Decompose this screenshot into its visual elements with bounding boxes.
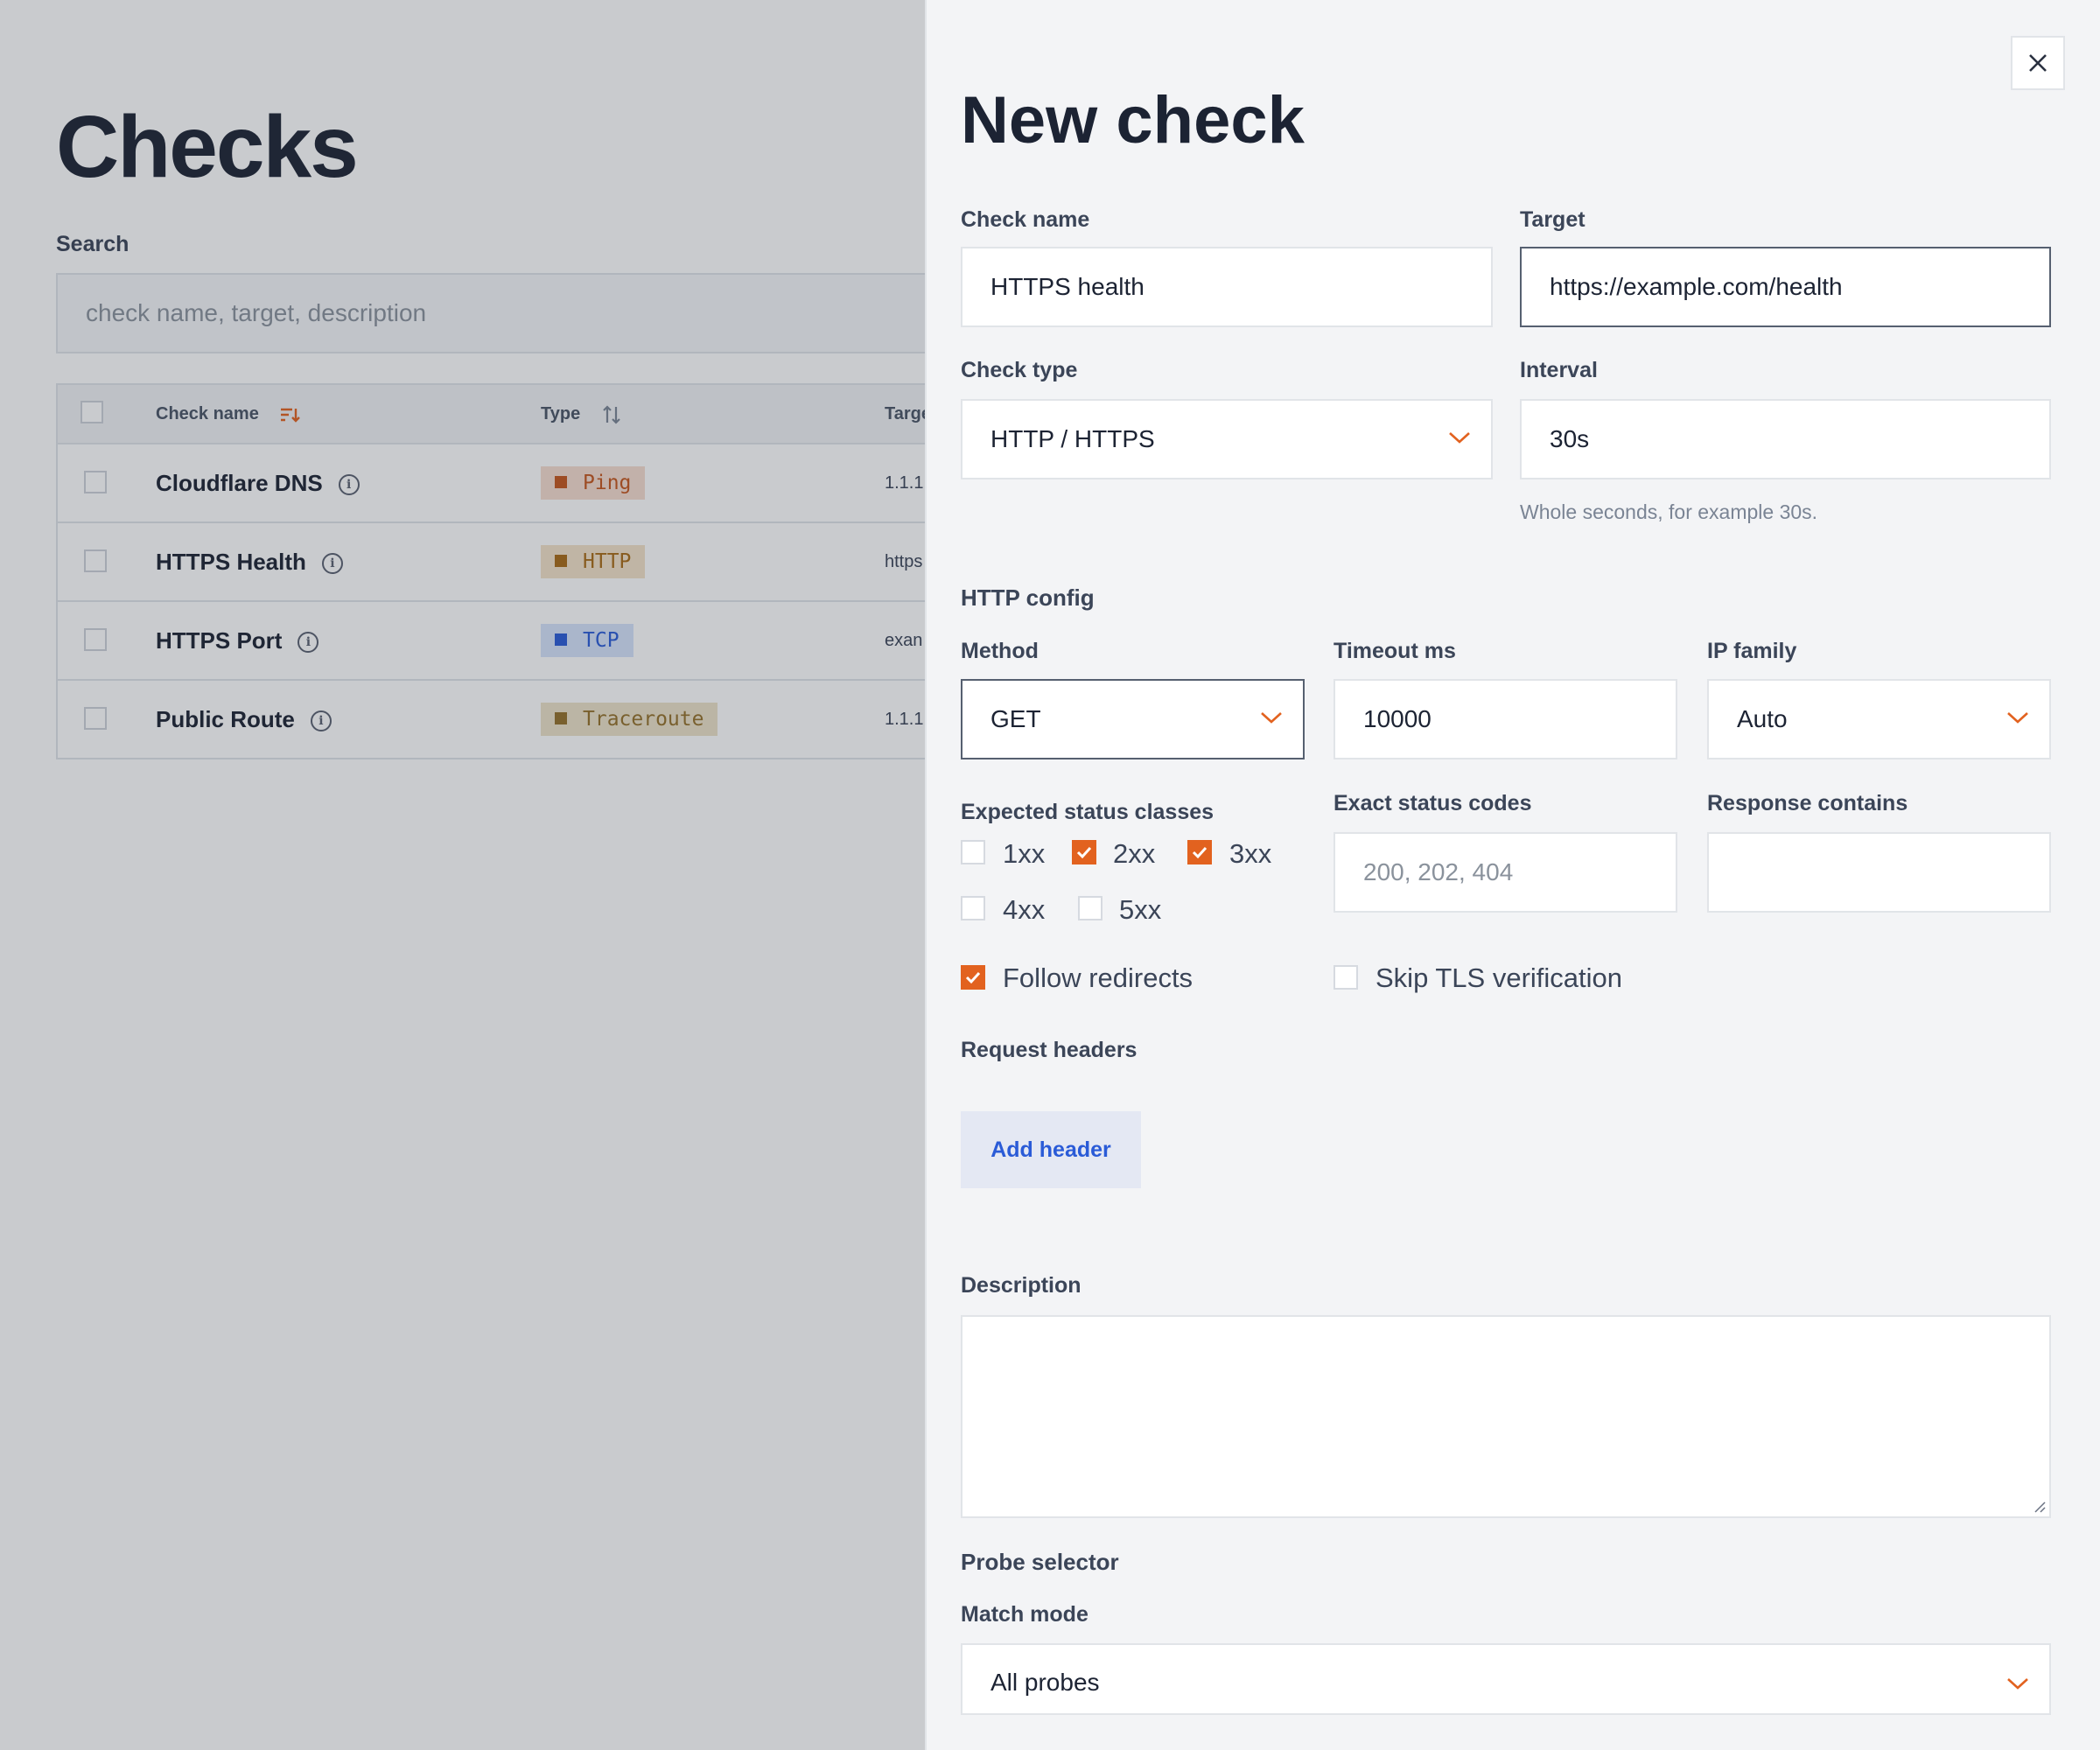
status-5xx-label[interactable]: 5xx [1119, 896, 1161, 923]
ip-family-label: IP family [1707, 639, 1797, 663]
request-headers-label: Request headers [961, 1038, 1138, 1062]
status-2xx-label[interactable]: 2xx [1113, 840, 1155, 867]
interval-label: Interval [1520, 358, 1598, 382]
checkmark-icon [1076, 846, 1092, 859]
method-select[interactable]: GET [961, 679, 1305, 760]
target-field[interactable] [1520, 247, 2051, 327]
match-mode-select[interactable]: All probes [961, 1643, 2051, 1715]
resize-handle-icon[interactable] [2032, 1499, 2046, 1513]
add-header-button[interactable]: Add header [961, 1111, 1141, 1188]
checkmark-icon [1192, 846, 1208, 859]
interval-hint: Whole seconds, for example 30s. [1520, 500, 1818, 523]
status-4xx-checkbox[interactable] [961, 896, 985, 920]
status-3xx-label[interactable]: 3xx [1229, 840, 1271, 867]
timeout-input[interactable] [1335, 681, 1676, 758]
method-label: Method [961, 639, 1039, 663]
close-button[interactable] [2011, 36, 2065, 90]
ip-family-select[interactable]: Auto [1707, 679, 2051, 760]
status-classes-label: Expected status classes [961, 800, 1214, 824]
description-field[interactable] [961, 1315, 2051, 1518]
target-label: Target [1520, 207, 1586, 232]
exact-codes-field[interactable] [1334, 832, 1677, 913]
chevron-down-icon [2007, 1678, 2028, 1690]
drawer-title: New check [961, 83, 1305, 158]
status-1xx-label[interactable]: 1xx [1003, 840, 1045, 867]
interval-field[interactable] [1520, 399, 2051, 480]
close-icon [2029, 54, 2047, 72]
exact-codes-label: Exact status codes [1334, 791, 1532, 816]
match-mode-value: All probes [990, 1669, 1100, 1696]
response-contains-field[interactable] [1707, 832, 2051, 913]
check-type-label: Check type [961, 358, 1078, 382]
follow-redirects-label[interactable]: Follow redirects [1003, 964, 1193, 991]
status-5xx-checkbox[interactable] [1078, 896, 1102, 920]
ip-family-value: Auto [1737, 705, 1788, 732]
response-contains-input[interactable] [1709, 834, 2049, 911]
skip-tls-checkbox[interactable] [1334, 965, 1358, 990]
status-2xx-checkbox[interactable] [1072, 840, 1096, 864]
check-type-select[interactable]: HTTP / HTTPS [961, 399, 1493, 480]
target-input[interactable] [1522, 248, 2049, 326]
check-name-field[interactable] [961, 247, 1493, 327]
probe-selector-heading: Probe selector [961, 1549, 1119, 1575]
exact-codes-input[interactable] [1335, 834, 1676, 911]
status-4xx-label[interactable]: 4xx [1003, 896, 1045, 923]
description-textarea[interactable] [962, 1317, 2049, 1516]
skip-tls-label[interactable]: Skip TLS verification [1376, 964, 1622, 991]
response-contains-label: Response contains [1707, 791, 1908, 816]
check-name-input[interactable] [962, 248, 1491, 326]
chevron-down-icon [2007, 712, 2028, 724]
checkmark-icon [965, 971, 981, 984]
chevron-down-icon [1449, 432, 1470, 444]
status-1xx-checkbox[interactable] [961, 840, 985, 864]
match-mode-label: Match mode [961, 1602, 1088, 1627]
method-value: GET [990, 705, 1041, 732]
status-3xx-checkbox[interactable] [1187, 840, 1212, 864]
check-type-value: HTTP / HTTPS [990, 425, 1155, 452]
follow-redirects-checkbox[interactable] [961, 965, 985, 990]
timeout-field[interactable] [1334, 679, 1677, 760]
http-config-heading: HTTP config [961, 584, 1095, 611]
description-label: Description [961, 1273, 1082, 1298]
check-name-label: Check name [961, 207, 1090, 232]
interval-input[interactable] [1522, 401, 2049, 478]
chevron-down-icon [1261, 712, 1282, 724]
timeout-label: Timeout ms [1334, 639, 1456, 663]
